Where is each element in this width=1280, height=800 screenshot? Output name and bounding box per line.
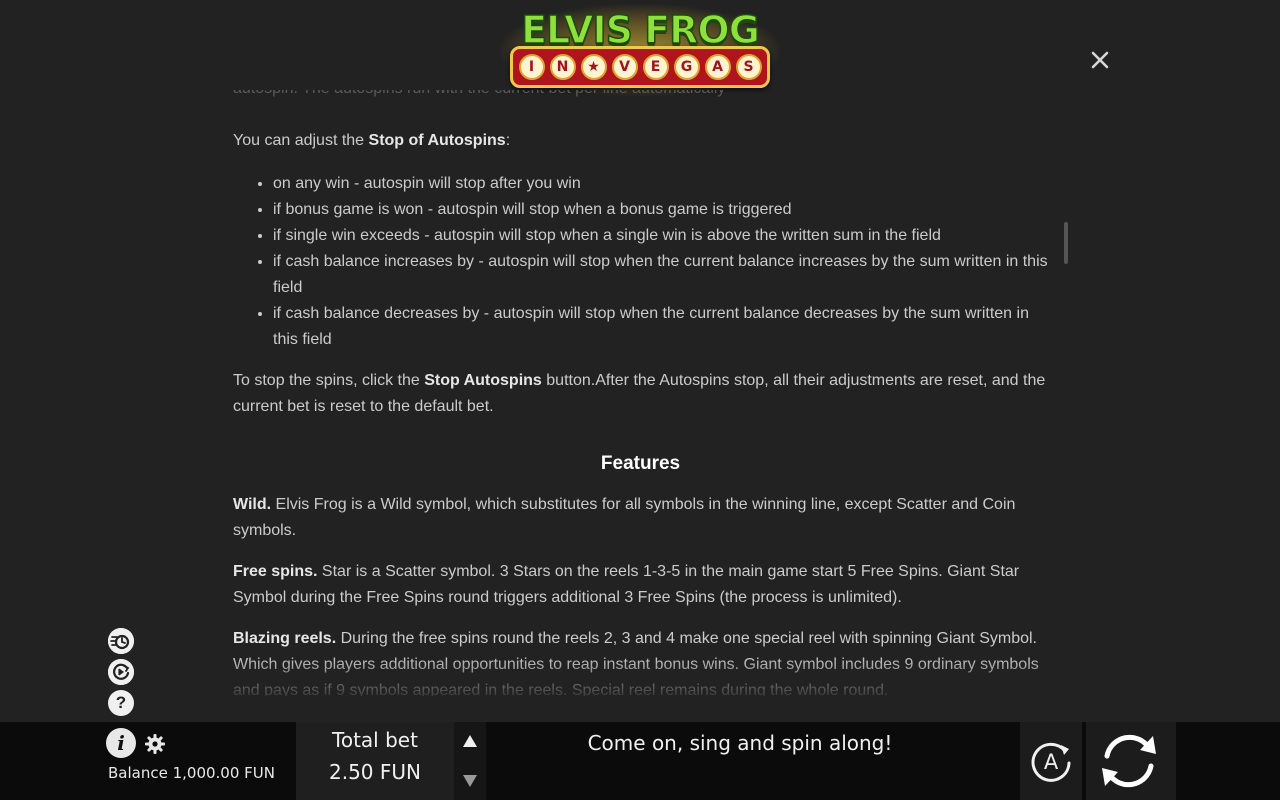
info-icon: i	[117, 731, 125, 755]
close-button[interactable]	[1088, 48, 1112, 72]
autoplay-settings-button[interactable]	[108, 659, 134, 685]
faded-text-line: autospin. The autospins run with the cur…	[233, 90, 1048, 104]
help-icon: ?	[115, 693, 127, 712]
free-spins-paragraph: Free spins. Star is a Scatter symbol. 3 …	[233, 563, 1020, 606]
logo-bulb: N	[549, 54, 576, 80]
spin-button[interactable]	[1094, 726, 1164, 796]
turbo-spin-button[interactable]	[108, 628, 134, 654]
autoplay-label: A	[1044, 750, 1059, 774]
game-message: Come on, sing and spin along!	[587, 731, 893, 755]
logo-bulb: A	[704, 54, 731, 80]
spin-icon	[1102, 734, 1156, 788]
autoplay-icon	[108, 659, 134, 685]
autoplay-a-icon: A	[1031, 742, 1071, 782]
game-logo: ELVIS FROG I N ★ V E G A S	[490, 0, 790, 100]
features-heading: Features	[600, 453, 681, 474]
logo-bulb: E	[642, 54, 669, 80]
decrease-bet-button[interactable]	[462, 774, 478, 788]
total-bet-value: 2.50 FUN	[329, 760, 421, 784]
total-bet-label: Total bet	[332, 728, 418, 752]
logo-bulb: G	[673, 54, 700, 80]
list-item: if single win exceeds - autospin will st…	[273, 223, 1048, 249]
gear-icon	[145, 734, 165, 754]
wild-paragraph: Wild. Elvis Frog is a Wild symbol, which…	[233, 496, 1016, 539]
list-item: on any win - autospin will stop after yo…	[273, 171, 1048, 197]
balance-display: Balance 1,000.00 FUN	[108, 764, 275, 782]
arrow-up-icon	[463, 735, 477, 747]
rules-content[interactable]: autospin. The autospins run with the cur…	[233, 90, 1048, 696]
autospin-adjust-intro: You can adjust the Stop of Autospins:	[233, 132, 511, 149]
stop-autospins-paragraph: To stop the spins, click the Stop Autosp…	[233, 372, 1046, 415]
logo-bulb: I	[518, 54, 545, 80]
settings-button[interactable]	[144, 733, 166, 755]
list-item: if bonus game is won - autospin will sto…	[273, 197, 1048, 223]
stop-options-list: on any win - autospin will stop after yo…	[273, 171, 1048, 353]
scrollbar-thumb[interactable]	[1064, 222, 1068, 264]
list-item: if cash balance decreases by - autospin …	[273, 301, 1048, 353]
logo-bulb: V	[611, 54, 638, 80]
logo-bulb-star: ★	[580, 54, 607, 80]
autoplay-button[interactable]: A	[1027, 737, 1075, 785]
turbo-icon	[108, 628, 134, 654]
info-button[interactable]: i	[106, 728, 136, 758]
arrow-down-icon	[463, 775, 477, 787]
logo-sign: I N ★ V E G A S	[510, 46, 770, 88]
list-item: if cash balance increases by - autospin …	[273, 249, 1048, 301]
help-button[interactable]: ?	[108, 690, 134, 716]
close-icon	[1091, 51, 1109, 69]
increase-bet-button[interactable]	[462, 734, 478, 748]
blazing-reels-paragraph: Blazing reels. During the free spins rou…	[233, 630, 1039, 696]
logo-bulb: S	[735, 54, 762, 80]
